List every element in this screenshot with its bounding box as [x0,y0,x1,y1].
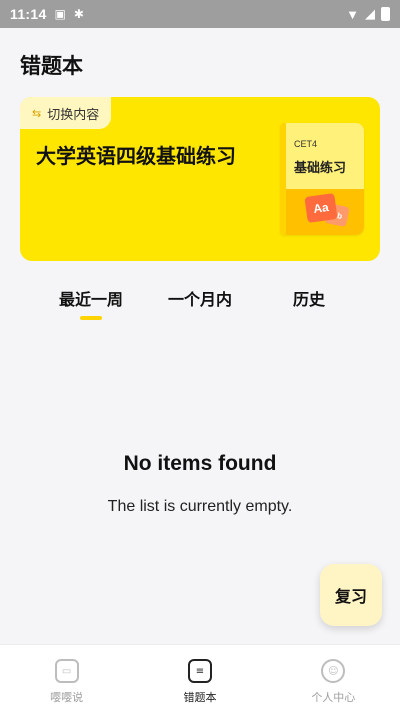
switch-content-label: 切换内容 [47,107,100,123]
nav-item-chat[interactable]: ▭ 嘤嘤说 [0,645,133,710]
empty-state-subtitle: The list is currently empty. [107,498,293,515]
switch-content-button[interactable]: ⇆ 切换内容 [20,97,112,129]
empty-state-title: No items found [123,452,277,475]
page-title: 错题本 [20,54,83,78]
active-tab-indicator [80,316,102,320]
course-banner[interactable]: ⇆ 切换内容 大学英语四级基础练习 CET4 基础练习 Bb Aa [20,97,380,261]
nav-label: 嘤嘤说 [50,691,84,704]
chat-icon: ▭ [54,659,79,683]
book-title: 基础练习 [294,161,347,176]
tab-within-month[interactable]: 一个月内 [155,286,245,310]
course-title: 大学英语四级基础练习 [36,144,236,168]
bottom-nav: ▭ 嘤嘤说 ≡ 错题本 ☺ 个人中心 [0,644,400,710]
swap-icon: ⇆ [32,106,42,120]
wifi-icon: ▼ [346,6,359,22]
tab-history[interactable]: 历史 [264,286,354,310]
nav-item-profile[interactable]: ☺ 个人中心 [267,645,400,710]
status-bar: 11:14 ▣ ✱ ▼ ◢ [0,0,400,28]
profile-icon: ☺ [321,659,346,683]
book-tag: CET4 [294,139,318,149]
review-button[interactable]: 复习 [320,564,382,626]
notification-a-icon: ▣ [54,7,66,21]
nav-label: 个人中心 [311,691,356,704]
nav-item-notebook[interactable]: ≡ 错题本 [133,645,266,710]
bug-icon: ✱ [73,7,84,21]
book-cover: CET4 基础练习 Bb Aa [280,123,364,235]
book-cover-illustration: Bb Aa [286,189,364,235]
battery-icon [381,7,390,21]
letter-card-icon: Aa [304,193,338,223]
status-time: 11:14 [10,6,47,22]
signal-icon: ◢ [365,6,375,21]
time-filter-tabs: 最近一周 一个月内 历史 [20,286,380,326]
nav-label: 错题本 [183,691,217,704]
tab-last-week[interactable]: 最近一周 [46,286,136,310]
notebook-icon: ≡ [185,659,212,684]
